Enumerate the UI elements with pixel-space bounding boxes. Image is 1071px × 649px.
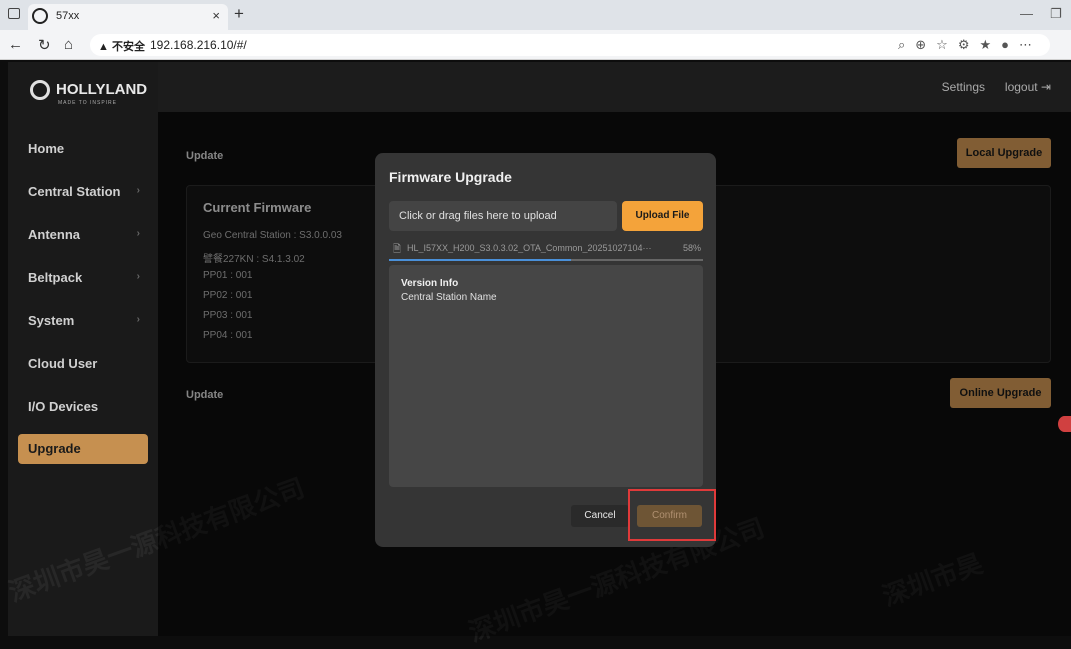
chevron-right-icon: › <box>136 314 140 325</box>
home-icon[interactable]: ⌂ <box>64 36 73 53</box>
sidebar-item-central-station[interactable]: Central Station › <box>18 177 148 207</box>
minimize-icon[interactable]: — <box>1020 6 1033 21</box>
settings-link[interactable]: Settings <box>942 80 985 94</box>
back-icon[interactable]: ← <box>8 36 23 53</box>
tab-actions-icon[interactable] <box>8 8 20 19</box>
security-warning[interactable]: ▲ 不安全 <box>98 38 145 54</box>
progress-fill <box>389 259 572 261</box>
brand-name: HOLLYLAND <box>56 80 148 98</box>
chevron-right-icon: › <box>136 185 140 196</box>
brand-logo: HOLLYLAND MADE TO INSPIRE <box>30 80 148 106</box>
dialog-title: Firmware Upgrade <box>389 169 512 185</box>
logo-icon <box>30 80 50 100</box>
sidebar-item-label: Beltpack <box>28 270 83 285</box>
new-tab-icon[interactable]: + <box>234 4 244 24</box>
confirm-highlight-box <box>628 489 716 541</box>
file-drop-zone[interactable]: Click or drag files here to upload <box>389 201 617 231</box>
sidebar-item-label: I/O Devices <box>28 399 99 414</box>
chevron-right-icon: › <box>136 228 140 239</box>
logout-link[interactable]: logout ⇥ <box>1005 80 1051 94</box>
sidebar-item-label: System <box>28 313 75 328</box>
file-name: HL_I57XX_H200_S3.0.3.02_OTA_Common_20251… <box>407 243 652 253</box>
refresh-icon[interactable]: ↻ <box>38 36 51 54</box>
sidebar-item-label: Central Station <box>28 184 121 199</box>
url-text: 192.168.216.10/#/ <box>150 38 247 52</box>
address-bar: ← ↻ ⌂ ▲ 不安全 192.168.216.10/#/ ⌕⊕☆⚙★●⋯ <box>0 30 1071 60</box>
upload-file-button[interactable]: Upload File <box>622 201 703 231</box>
sidebar-item-antenna[interactable]: Antenna › <box>18 220 148 250</box>
restore-icon[interactable]: ❐ <box>1050 6 1062 22</box>
sidebar-item-label: Home <box>28 141 65 156</box>
version-info-box: Version Info Central Station Name <box>389 265 703 487</box>
sidebar-item-label: Cloud User <box>28 356 98 371</box>
brand-tagline: MADE TO INSPIRE <box>58 100 117 106</box>
top-bar: Settings logout ⇥ <box>158 62 1071 112</box>
upload-progress-bar <box>389 259 703 261</box>
sidebar-item-upgrade[interactable]: Upgrade <box>18 434 148 464</box>
browser-tab-bar: 57xx × + — ❐ <box>0 0 1071 30</box>
firmware-upgrade-dialog: Firmware Upgrade Click or drag files her… <box>375 153 716 547</box>
sidebar-item-io-devices[interactable]: I/O Devices <box>18 392 148 422</box>
chevron-right-icon: › <box>136 271 140 282</box>
sidebar-item-label: Upgrade <box>28 441 81 456</box>
tab-title: 57xx <box>56 10 80 22</box>
uploaded-file-row: 🗎 HL_I57XX_H200_S3.0.3.02_OTA_Common_202… <box>389 241 703 259</box>
sidebar-item-home[interactable]: Home <box>18 134 148 164</box>
upload-percent: 58% <box>682 243 701 253</box>
file-icon: 🗎 <box>393 244 402 255</box>
site-favicon-icon <box>32 8 48 24</box>
browser-tab[interactable]: 57xx × <box>28 4 228 30</box>
sidebar-item-system[interactable]: System › <box>18 306 148 336</box>
tab-close-icon[interactable]: × <box>212 8 220 23</box>
sidebar: HOLLYLAND MADE TO INSPIRE Home Central S… <box>8 62 158 636</box>
version-info-line: Central Station Name <box>401 292 497 303</box>
sidebar-item-label: Antenna <box>28 227 80 242</box>
cancel-button[interactable]: Cancel <box>571 505 629 527</box>
sidebar-item-cloud-user[interactable]: Cloud User <box>18 349 148 379</box>
floating-helper-icon[interactable] <box>1058 416 1071 432</box>
url-field[interactable]: ▲ 不安全 192.168.216.10/#/ ⌕⊕☆⚙★●⋯ <box>90 34 1050 56</box>
version-info-heading: Version Info <box>401 278 459 289</box>
sidebar-item-beltpack[interactable]: Beltpack › <box>18 263 148 293</box>
toolbar-icons[interactable]: ⌕⊕☆⚙★●⋯ <box>898 37 1042 53</box>
